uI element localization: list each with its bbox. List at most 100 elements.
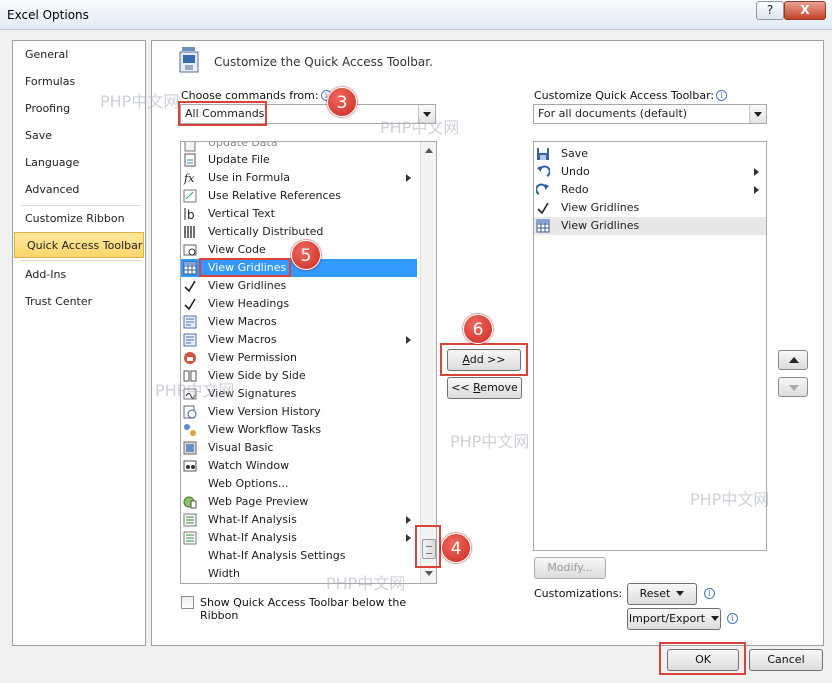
- gridlines-icon: [536, 219, 550, 233]
- command-item-label: View Version History: [208, 405, 321, 418]
- command-item[interactable]: What-If Analysis: [181, 511, 417, 529]
- what-if-icon: [183, 513, 197, 527]
- command-item[interactable]: Use Relative References: [181, 187, 417, 205]
- command-item[interactable]: View Macros: [181, 331, 417, 349]
- command-item-label: View Gridlines: [208, 279, 287, 292]
- command-item[interactable]: Web Options...: [181, 475, 417, 493]
- command-item-label: Use Relative References: [208, 189, 342, 202]
- command-item[interactable]: View Macros: [181, 313, 417, 331]
- save-icon: [537, 148, 549, 160]
- qat-item[interactable]: View Gridlines: [534, 199, 766, 217]
- import-export-label: Import/Export: [628, 612, 706, 625]
- command-item-label: View Code: [208, 243, 266, 256]
- help-button[interactable]: ?: [756, 1, 784, 20]
- nav-item-language[interactable]: Language: [13, 150, 145, 176]
- command-item-label: What-If Analysis: [208, 531, 297, 544]
- command-item-label: Web Page Preview: [208, 495, 309, 508]
- update-file-icon: [184, 153, 196, 167]
- visual-basic-icon: [183, 441, 197, 455]
- web-preview-icon: [183, 496, 197, 509]
- watch-window-icon: [183, 460, 197, 472]
- commands-scrollbar[interactable]: [420, 142, 436, 583]
- import-export-button[interactable]: Import/Export: [627, 608, 721, 630]
- nav-item-trust-center[interactable]: Trust Center: [13, 289, 145, 315]
- command-item-label: Width: [208, 567, 240, 580]
- qat-item[interactable]: Redo: [534, 181, 766, 199]
- scroll-down-icon[interactable]: [421, 566, 437, 582]
- move-up-button[interactable]: [778, 350, 808, 370]
- undo-icon: [537, 165, 550, 177]
- chevron-down-icon: [711, 616, 720, 621]
- chevron-right-icon: [406, 174, 411, 182]
- command-item[interactable]: View Permission: [181, 349, 417, 367]
- move-down-button[interactable]: [778, 377, 808, 397]
- nav-item-general[interactable]: General: [13, 42, 145, 68]
- command-item-label: View Headings: [208, 297, 290, 310]
- chevron-right-icon: [406, 534, 411, 542]
- qat-item[interactable]: Undo: [534, 163, 766, 181]
- window-title: Excel Options: [7, 8, 89, 22]
- command-item[interactable]: Web Page Preview: [181, 493, 417, 511]
- chevron-right-icon: [754, 186, 759, 194]
- watermark: PHP中文网: [155, 381, 235, 400]
- nav-item-quick-access-toolbar[interactable]: Quick Access Toolbar: [14, 232, 144, 258]
- commands-list-rows: Update File fx Use in Formula Use Relative …: [181, 151, 417, 583]
- nav-item-customize-ribbon[interactable]: Customize Ribbon: [13, 206, 145, 232]
- what-if-icon: [183, 531, 197, 545]
- section-title: Customize the Quick Access Toolbar.: [214, 55, 433, 69]
- scroll-up-icon[interactable]: [421, 142, 437, 158]
- svg-text:fx: fx: [183, 172, 195, 185]
- options-nav: General Formulas Proofing Save Language …: [12, 40, 146, 646]
- callout-badge-5: 5: [291, 240, 321, 270]
- qat-item-label: View Gridlines: [561, 201, 640, 214]
- qat-item[interactable]: View Gridlines: [534, 217, 766, 235]
- close-button[interactable]: X: [784, 1, 826, 20]
- command-item[interactable]: View Gridlines: [181, 277, 417, 295]
- checkmark-icon: [537, 202, 549, 215]
- chevron-down-icon[interactable]: [749, 105, 766, 123]
- chevron-right-icon: [406, 336, 411, 344]
- function-icon: fx: [183, 172, 195, 185]
- command-item-label: Use in Formula: [208, 171, 291, 184]
- cancel-button[interactable]: Cancel: [749, 649, 823, 671]
- svg-text:b: b: [187, 208, 195, 221]
- modify-button[interactable]: Modify...: [534, 557, 606, 579]
- command-item[interactable]: Watch Window: [181, 457, 417, 475]
- nav-item-advanced[interactable]: Advanced: [13, 177, 145, 203]
- watermark: PHP中文网: [326, 574, 406, 593]
- command-item[interactable]: Visual Basic: [181, 439, 417, 457]
- reset-label: Reset: [639, 587, 671, 600]
- customizations-label: Customizations:: [534, 587, 623, 600]
- remove-button[interactable]: << Remove: [447, 377, 522, 399]
- command-item-label: Web Options...: [208, 477, 289, 490]
- command-item[interactable]: View Version History: [181, 403, 417, 421]
- chevron-down-icon: [676, 591, 685, 596]
- customize-qat-dropdown[interactable]: For all documents (default): [533, 104, 767, 124]
- reset-button[interactable]: Reset: [627, 583, 697, 605]
- qat-list-rows: Save Undo Redo View Gridlines View Gridlines: [534, 145, 766, 245]
- command-item[interactable]: What-If Analysis: [181, 529, 417, 547]
- command-item[interactable]: fx Use in Formula: [181, 169, 417, 187]
- show-below-ribbon-checkbox[interactable]: [181, 596, 194, 609]
- command-item[interactable]: b Vertical Text: [181, 205, 417, 223]
- command-item-label: Vertically Distributed: [208, 225, 324, 238]
- command-item[interactable]: View Workflow Tasks: [181, 421, 417, 439]
- command-item[interactable]: Update File: [181, 151, 417, 169]
- command-item-label: Watch Window: [208, 459, 290, 472]
- watermark: PHP中文网: [450, 432, 530, 451]
- command-item-label: View Permission: [208, 351, 297, 364]
- command-item[interactable]: What-If Analysis Settings: [181, 547, 417, 565]
- gridlines-icon: [183, 261, 197, 275]
- command-item[interactable]: View Headings: [181, 295, 417, 313]
- callout-badge-3: 3: [327, 87, 357, 117]
- command-item-label: What-If Analysis: [208, 513, 297, 526]
- command-item[interactable]: Vertically Distributed: [181, 223, 417, 241]
- info-icon: i: [727, 613, 738, 624]
- callout-badge-4: 4: [441, 533, 471, 563]
- nav-item-add-ins[interactable]: Add-Ins: [13, 262, 145, 288]
- nav-item-save[interactable]: Save: [13, 123, 145, 149]
- redo-icon: [536, 183, 549, 195]
- nav-divider: [21, 260, 141, 261]
- qat-item[interactable]: Save: [534, 145, 766, 163]
- callout-box: [440, 343, 528, 376]
